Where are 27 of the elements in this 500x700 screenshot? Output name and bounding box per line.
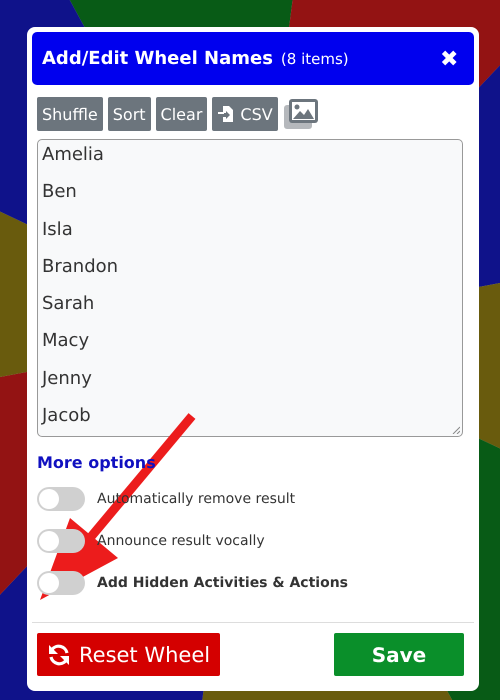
name-entry: Sarah bbox=[42, 292, 94, 316]
resize-grip-icon[interactable] bbox=[452, 426, 460, 434]
name-entry: Jacob bbox=[42, 404, 91, 428]
csv-button[interactable]: CSV bbox=[212, 97, 278, 131]
name-entry: Isla bbox=[42, 218, 73, 242]
names-textarea[interactable]: Amelia Ben Isla Brandon Sarah Macy Jenny Jacob bbox=[37, 139, 463, 437]
refresh-icon bbox=[47, 642, 71, 666]
name-entry: Macy bbox=[42, 329, 90, 354]
dialog-title: Add/Edit Wheel Names bbox=[42, 48, 273, 69]
name-entry: Jenny bbox=[42, 366, 92, 391]
toggle-switch[interactable] bbox=[37, 529, 85, 553]
name-entry: Ben bbox=[42, 180, 77, 204]
toolbar-button[interactable]: Shuffle bbox=[37, 97, 103, 131]
close-button[interactable]: ✖ bbox=[434, 46, 464, 72]
option-label: Announce result vocally bbox=[97, 533, 265, 549]
image-icon[interactable] bbox=[282, 97, 319, 131]
toggle-switch[interactable] bbox=[37, 571, 85, 595]
save-button[interactable]: Save bbox=[334, 633, 464, 676]
file-import-icon bbox=[217, 105, 236, 123]
toggle-switch[interactable] bbox=[37, 487, 85, 511]
item-count: (8 items) bbox=[280, 50, 349, 68]
reset-wheel-button[interactable]: Reset Wheel bbox=[37, 633, 220, 676]
toolbar-button[interactable]: Sort bbox=[108, 97, 151, 131]
name-entry: Brandon bbox=[42, 254, 118, 279]
name-entry: Amelia bbox=[42, 143, 104, 167]
toolbar-button[interactable]: Clear bbox=[156, 97, 208, 131]
option-label: Add Hidden Activities & Actions bbox=[97, 575, 348, 591]
